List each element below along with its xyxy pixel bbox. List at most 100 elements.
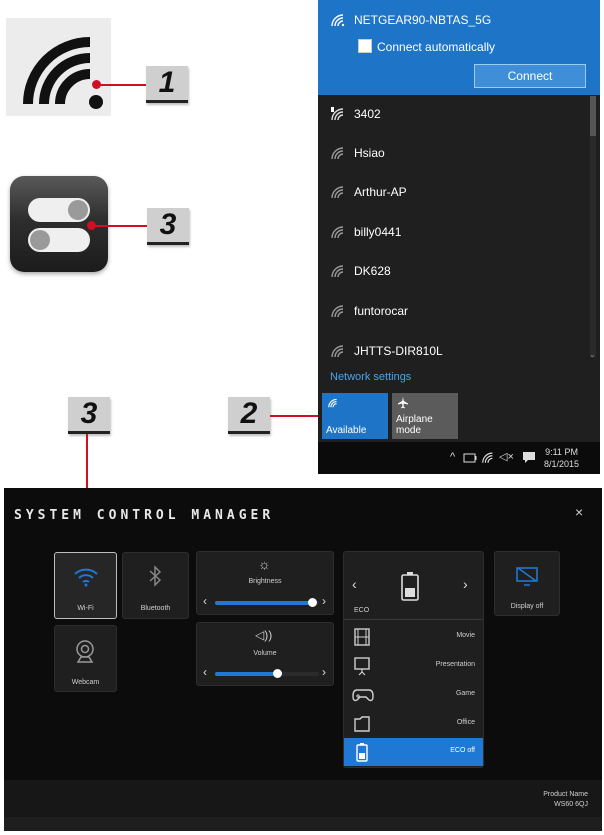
system-control-manager: SYSTEM CONTROL MANAGER × Wi-Fi Bluetooth… <box>4 488 602 831</box>
brightness-icon: ☼ <box>258 556 271 572</box>
volume-muted-icon[interactable]: ◁× <box>499 450 514 463</box>
wifi-icon <box>331 305 344 318</box>
callout-2-label: 2 <box>228 397 270 434</box>
volume-label: Volume <box>253 650 277 657</box>
network-item[interactable]: funtorocar <box>330 301 408 321</box>
bluetooth-label: Bluetooth <box>140 605 171 612</box>
wifi-icon <box>331 265 344 278</box>
wifi-icon[interactable] <box>481 451 495 464</box>
network-name: Hsiao <box>354 146 385 160</box>
action-center-icon[interactable] <box>522 451 536 464</box>
selected-network-panel[interactable]: NETGEAR90-NBTAS_5G Connect automatically… <box>318 0 600 95</box>
chevron-up-icon[interactable]: ^ <box>450 451 455 463</box>
wifi-icon <box>74 568 98 587</box>
wifi-tile[interactable]: Available <box>322 393 388 439</box>
network-item[interactable]: Arthur-AP <box>330 182 407 202</box>
volume-slider[interactable] <box>215 669 319 678</box>
network-item[interactable]: 3402 <box>330 104 381 124</box>
brightness-decrease-button[interactable]: ‹ <box>203 594 207 608</box>
webcam-label: Webcam <box>71 679 100 686</box>
airplane-mode-label: Airplane mode <box>396 414 433 436</box>
power-mode-office[interactable]: Office <box>344 710 483 738</box>
wifi-label: Wi-Fi <box>77 605 94 612</box>
toggle-bottom-track <box>28 228 90 252</box>
webcam-toggle-tile[interactable]: Webcam <box>54 625 117 692</box>
gamepad-icon <box>352 689 374 702</box>
power-mode-movie[interactable]: Movie <box>344 623 483 651</box>
brightness-panel: ☼ Brightness ‹ › <box>196 551 334 615</box>
folder-icon <box>354 716 370 732</box>
power-mode-panel: ‹ › ECO Movie Presentation Game Office E… <box>343 551 484 768</box>
wifi-toggle-tile[interactable]: Wi-Fi <box>54 552 117 619</box>
film-icon <box>354 628 370 646</box>
network-name: Arthur-AP <box>354 185 407 199</box>
presentation-icon <box>354 657 370 676</box>
brightness-label: Brightness <box>248 578 282 585</box>
airplane-mode-tile[interactable]: Airplane mode <box>392 393 458 439</box>
product-info: Product Name WS60 6QJ <box>543 790 588 810</box>
network-item[interactable]: billy0441 <box>330 222 401 242</box>
connect-automatically-label: Connect automatically <box>377 40 496 54</box>
power-prev-button[interactable]: ‹ <box>352 576 357 592</box>
network-settings-link[interactable]: Network settings <box>330 371 411 383</box>
bluetooth-toggle-tile[interactable]: Bluetooth <box>122 552 189 619</box>
close-button[interactable]: × <box>575 504 583 520</box>
brightness-slider[interactable] <box>215 598 319 607</box>
wifi-tile-label: Available <box>326 425 367 436</box>
wifi-icon <box>6 18 111 116</box>
divider <box>344 619 483 620</box>
network-item[interactable]: JHTTS-DIR810L <box>330 341 443 361</box>
product-name-label: Product Name <box>543 791 588 798</box>
wifi-icon <box>331 345 344 358</box>
wifi-icon <box>328 398 337 408</box>
network-name: DK628 <box>354 264 391 278</box>
toggle-top-track <box>28 198 90 222</box>
network-name: JHTTS-DIR810L <box>354 344 443 358</box>
brightness-slider-fill <box>215 601 312 605</box>
callout-1-line <box>98 84 146 86</box>
connect-automatically-checkbox[interactable] <box>358 39 372 53</box>
power-mode-presentation[interactable]: Presentation <box>344 652 483 680</box>
clock[interactable]: 9:11 PM 8/1/2015 <box>544 446 579 470</box>
network-item[interactable]: DK628 <box>330 261 391 281</box>
selected-network[interactable]: NETGEAR90-NBTAS_5G <box>330 10 491 30</box>
brightness-slider-knob[interactable] <box>307 598 317 607</box>
network-name: 3402 <box>354 107 381 121</box>
volume-slider-knob[interactable] <box>273 669 283 678</box>
battery-icon <box>401 572 419 601</box>
network-flyout: NETGEAR90-NBTAS_5G Connect automatically… <box>318 0 600 474</box>
flyout-scrollbar[interactable] <box>590 96 596 358</box>
brightness-increase-button[interactable]: › <box>322 594 326 608</box>
scm-title: SYSTEM CONTROL MANAGER <box>14 508 275 523</box>
power-mode-game[interactable]: Game <box>344 681 483 709</box>
battery-icon[interactable] <box>463 452 477 464</box>
callout-3b-label: 3 <box>68 397 110 434</box>
network-item[interactable]: Hsiao <box>330 143 385 163</box>
connect-button[interactable]: Connect <box>474 64 586 88</box>
power-mode-label: Game <box>455 690 475 697</box>
callout-3a-label: 3 <box>147 208 189 245</box>
secured-wifi-icon <box>331 107 344 121</box>
taskbar-strip <box>4 817 602 831</box>
scroll-down-chevron-icon[interactable]: ⌄ <box>589 350 596 359</box>
power-mode-label: Presentation <box>435 661 475 668</box>
network-name: billy0441 <box>354 225 402 239</box>
clock-time: 9:11 PM <box>545 447 578 457</box>
wifi-icon <box>331 226 344 239</box>
selected-network-name: NETGEAR90-NBTAS_5G <box>354 13 492 27</box>
current-power-mode: ECO <box>354 607 370 614</box>
power-mode-label: Office <box>456 719 475 726</box>
display-off-icon <box>516 567 538 586</box>
volume-decrease-button[interactable]: ‹ <box>203 665 207 679</box>
power-mode-label: ECO off <box>450 747 475 754</box>
volume-icon: ◁)) <box>255 628 273 642</box>
power-next-button[interactable]: › <box>463 576 468 592</box>
display-off-tile[interactable]: Display off <box>494 551 560 616</box>
wifi-icon <box>331 186 344 199</box>
battery-icon <box>356 743 368 762</box>
bluetooth-icon <box>149 565 162 587</box>
power-mode-eco-off[interactable]: ECO off <box>344 738 483 766</box>
volume-increase-button[interactable]: › <box>322 665 326 679</box>
flyout-scroll-thumb[interactable] <box>590 96 596 136</box>
airplane-icon <box>398 397 408 409</box>
